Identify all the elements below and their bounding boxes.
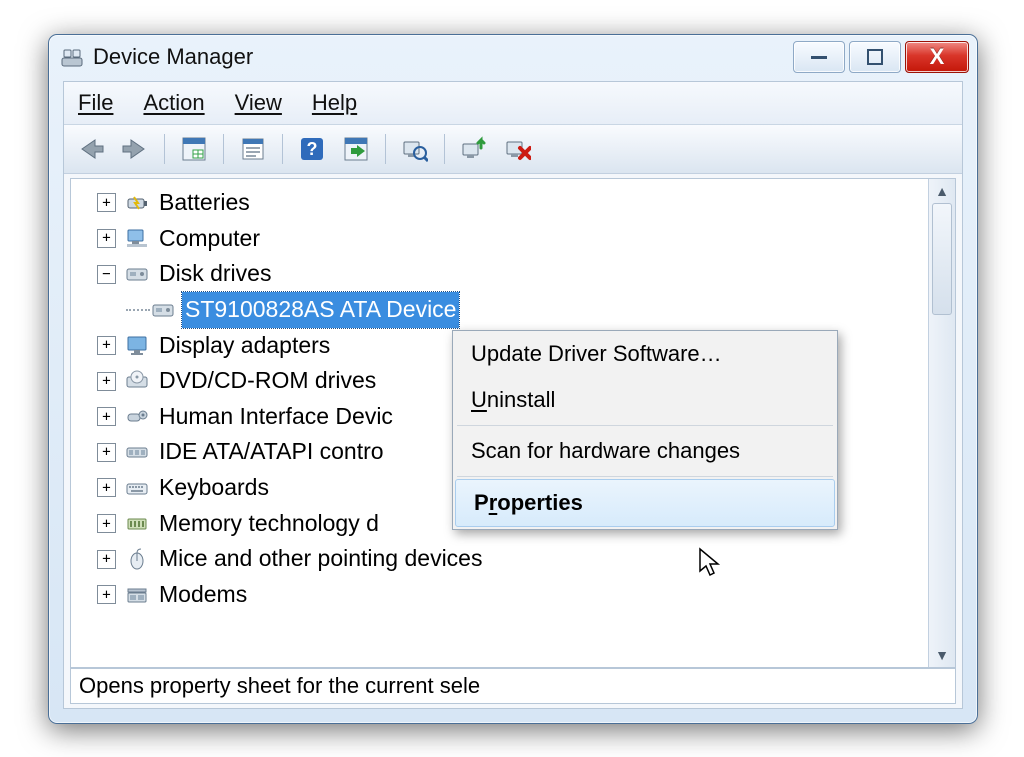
tree-item-label: Computer	[156, 221, 263, 257]
tree-item-mice[interactable]: Mice and other pointing devices	[77, 541, 928, 577]
toolbar-properties-button[interactable]	[236, 132, 270, 166]
tree-item-batteries[interactable]: Batteries	[77, 185, 928, 221]
context-menu-properties[interactable]: Properties	[455, 479, 835, 527]
context-menu: Update Driver Software… Uninstall Scan f…	[452, 330, 838, 530]
expand-icon[interactable]	[97, 585, 116, 604]
collapse-icon[interactable]	[97, 265, 116, 284]
context-menu-uninstall[interactable]: Uninstall	[453, 377, 837, 423]
toolbar-show-hidden-button[interactable]	[177, 132, 211, 166]
status-text: Opens property sheet for the current sel…	[79, 673, 480, 699]
expand-icon[interactable]	[97, 229, 116, 248]
expand-icon[interactable]	[97, 550, 116, 569]
disk-icon	[150, 297, 176, 323]
scroll-down-arrow[interactable]: ▼	[935, 647, 949, 663]
cdrom-icon	[124, 368, 150, 394]
tree-item-label: Mice and other pointing devices	[156, 541, 485, 577]
toolbar-separator	[444, 134, 445, 164]
expand-icon[interactable]	[97, 193, 116, 212]
svg-text:?: ?	[307, 139, 318, 159]
expand-icon[interactable]	[97, 336, 116, 355]
computer-icon	[124, 225, 150, 251]
menu-file[interactable]: File	[78, 90, 113, 116]
menu-action[interactable]: Action	[143, 90, 204, 116]
minimize-button[interactable]	[793, 41, 845, 73]
toolbar-remove-button[interactable]	[501, 132, 535, 166]
vertical-scrollbar[interactable]: ▲ ▼	[928, 179, 955, 667]
toolbar-separator	[223, 134, 224, 164]
context-menu-update-driver[interactable]: Update Driver Software…	[453, 331, 837, 377]
expand-icon[interactable]	[97, 407, 116, 426]
tree-item-modems[interactable]: Modems	[77, 577, 928, 613]
tree-item-label: DVD/CD-ROM drives	[156, 363, 379, 399]
toolbar-update-button[interactable]	[457, 132, 491, 166]
titlebar[interactable]: Device Manager X	[49, 35, 977, 79]
tree-item-label: ST9100828AS ATA Device	[182, 292, 459, 328]
toolbar-separator	[282, 134, 283, 164]
expand-icon[interactable]	[97, 514, 116, 533]
keyboard-icon	[124, 475, 150, 501]
tree-item-label: Modems	[156, 577, 250, 613]
hid-icon	[124, 404, 150, 430]
maximize-button[interactable]	[849, 41, 901, 73]
scroll-thumb[interactable]	[932, 203, 952, 315]
tree-item-disk-st9100828as[interactable]: ST9100828AS ATA Device	[77, 292, 928, 328]
ide-icon	[124, 439, 150, 465]
toolbar-separator	[164, 134, 165, 164]
tree-item-label: Disk drives	[156, 256, 274, 292]
memory-icon	[124, 511, 150, 537]
modem-icon	[124, 582, 150, 608]
tree-item-label: IDE ATA/ATAPI contro	[156, 434, 387, 470]
expand-icon[interactable]	[97, 443, 116, 462]
toolbar: ?	[64, 125, 962, 174]
display-icon	[124, 332, 150, 358]
menu-view[interactable]: View	[235, 90, 282, 116]
close-button[interactable]: X	[905, 41, 969, 73]
toolbar-forward-button[interactable]	[118, 132, 152, 166]
scroll-up-arrow[interactable]: ▲	[935, 183, 949, 199]
tree-item-computer[interactable]: Computer	[77, 221, 928, 257]
tree-item-label: Keyboards	[156, 470, 272, 506]
menubar: File Action View Help	[64, 82, 962, 125]
context-menu-separator	[457, 476, 833, 477]
tree-item-label: Memory technology d	[156, 506, 382, 542]
mouse-icon	[124, 546, 150, 572]
expand-icon[interactable]	[97, 478, 116, 497]
toolbar-back-button[interactable]	[74, 132, 108, 166]
disk-icon	[124, 261, 150, 287]
window-title: Device Manager	[93, 44, 253, 70]
toolbar-help-button[interactable]: ?	[295, 132, 329, 166]
tree-item-label: Batteries	[156, 185, 253, 221]
app-icon	[61, 46, 83, 68]
toolbar-separator	[385, 134, 386, 164]
context-menu-scan[interactable]: Scan for hardware changes	[453, 428, 837, 474]
tree-item-disk-drives[interactable]: Disk drives	[77, 256, 928, 292]
battery-icon	[124, 190, 150, 216]
context-menu-separator	[457, 425, 833, 426]
toolbar-enable-button[interactable]	[339, 132, 373, 166]
menu-help[interactable]: Help	[312, 90, 357, 116]
expand-icon[interactable]	[97, 372, 116, 391]
tree-item-label: Display adapters	[156, 328, 333, 364]
toolbar-scan-button[interactable]	[398, 132, 432, 166]
tree-item-label: Human Interface Devic	[156, 399, 396, 435]
status-bar: Opens property sheet for the current sel…	[70, 668, 956, 704]
